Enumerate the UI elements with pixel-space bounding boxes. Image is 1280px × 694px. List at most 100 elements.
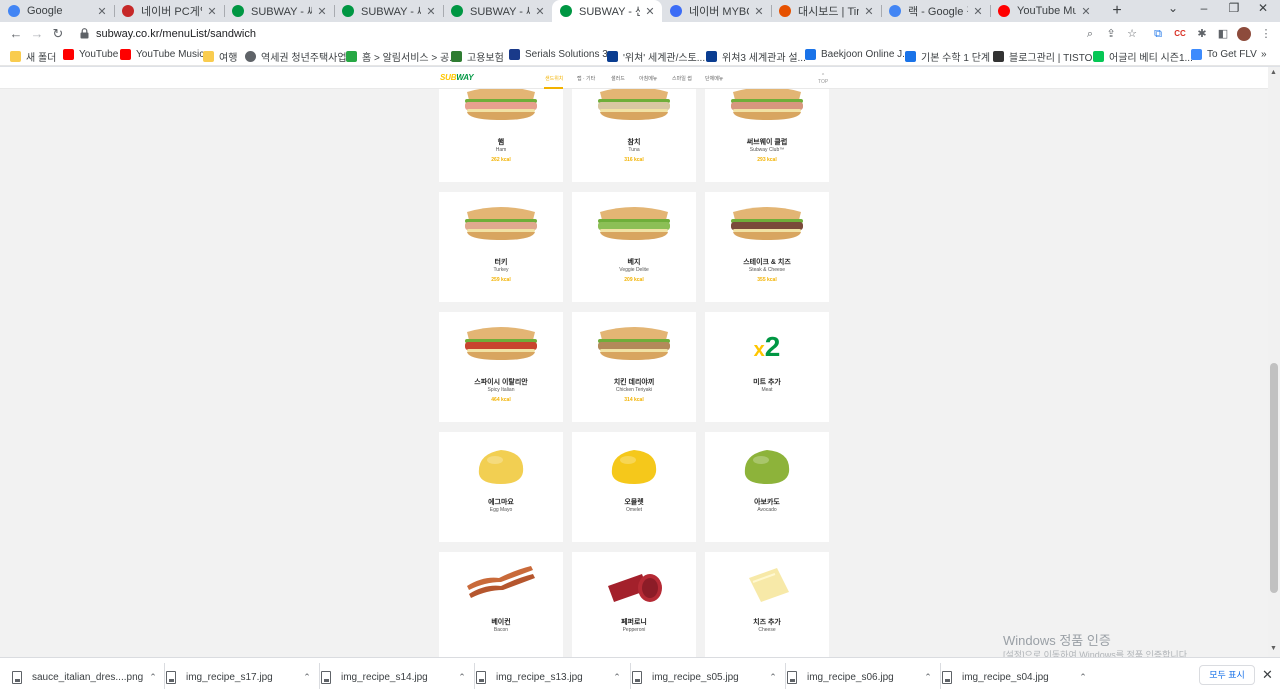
bookmark-item[interactable]: 고용보험	[451, 49, 504, 64]
download-item[interactable]: img_recipe_s13.jpg ⌃	[476, 666, 630, 688]
tab-close-icon[interactable]: ✕	[425, 5, 437, 18]
chevron-up-icon[interactable]: ⌃	[768, 672, 778, 683]
tab-close-icon[interactable]: ✕	[1080, 5, 1092, 18]
tab-close-icon[interactable]: ✕	[753, 5, 765, 18]
menu-card-bacon[interactable]: 베이컨 Bacon	[439, 552, 563, 657]
chevron-up-icon[interactable]: ⌃	[302, 672, 312, 683]
forward-icon[interactable]: →	[29, 26, 45, 42]
tab-close-icon[interactable]: ✕	[644, 5, 656, 18]
reload-icon[interactable]: ↻	[50, 26, 66, 42]
menu-card-egg-mayo[interactable]: 에그마요 Egg Mayo	[439, 432, 563, 542]
tab-9[interactable]: 랙 - Google 검색 ✕	[881, 0, 990, 22]
side-panel-icon[interactable]: ◧	[1216, 27, 1230, 41]
menu-image[interactable]	[461, 84, 541, 126]
address-bar[interactable]: subway.co.kr/menuList/sandwich	[72, 24, 1138, 44]
menu-card-chicken-teriyaki[interactable]: 치킨 데리야끼 Chicken Teriyaki 314 kcal	[572, 312, 696, 422]
menu-card-spicy-italian[interactable]: 스파이시 이탈리안 Spicy Italian 464 kcal	[439, 312, 563, 422]
share-icon[interactable]: ⇪	[1104, 27, 1118, 41]
menu-card-avocado[interactable]: 아보카도 Avocado	[705, 432, 829, 542]
chevron-up-icon[interactable]: ⌃	[612, 672, 622, 683]
menu-image[interactable]	[594, 324, 674, 366]
bookmark-item[interactable]: To Get FLV	[1191, 49, 1257, 60]
menu-card-cheese[interactable]: 치즈 추가 Cheese	[705, 552, 829, 657]
page-scrollbar[interactable]: ▲ ▼	[1268, 67, 1280, 657]
tab-3[interactable]: SUBWAY - 써브웨 ✕	[224, 0, 334, 22]
chevron-up-icon[interactable]: ⌃	[148, 672, 158, 683]
nav-item[interactable]: 아침메뉴	[639, 75, 657, 82]
menu-image[interactable]	[727, 564, 807, 606]
nav-item[interactable]: 샐러드	[611, 75, 625, 82]
subway-logo[interactable]: SUBWAY	[440, 73, 474, 82]
bookmarks-overflow-icon[interactable]: »	[1261, 49, 1267, 60]
bookmark-item[interactable]: 위쳐3 세계관과 설...	[706, 49, 806, 64]
tab-close-icon[interactable]: ✕	[96, 5, 108, 18]
menu-image[interactable]	[461, 204, 541, 246]
bookmark-item[interactable]: 새 폴더	[10, 49, 56, 64]
tab-7[interactable]: 네이버 MYBOX ✕	[662, 0, 771, 22]
tab-5[interactable]: SUBWAY - 써브웨 ✕	[443, 0, 552, 22]
tab-search-icon[interactable]: ⌄	[1163, 1, 1183, 15]
menu-image[interactable]	[461, 444, 541, 486]
tab-1[interactable]: Google ✕	[0, 0, 114, 22]
tab-6[interactable]: SUBWAY - 샌드위 ✕	[552, 0, 662, 22]
profile-avatar[interactable]	[1237, 27, 1251, 41]
chevron-up-icon[interactable]: ⌃	[923, 672, 933, 683]
menu-card-meat[interactable]: x2 미트 추가 Meat	[705, 312, 829, 422]
close-download-bar-icon[interactable]: ✕	[1262, 667, 1273, 683]
menu-image[interactable]	[461, 324, 541, 366]
show-all-downloads-button[interactable]: 모두 표시	[1199, 665, 1255, 685]
menu-image[interactable]	[594, 84, 674, 126]
menu-image[interactable]	[594, 444, 674, 486]
menu-image[interactable]	[727, 204, 807, 246]
bookmark-item[interactable]: 블로그관리 | TISTO...	[993, 49, 1101, 64]
minimize-icon[interactable]: –	[1194, 1, 1214, 15]
scroll-down-icon[interactable]: ▼	[1270, 645, 1277, 652]
zoom-icon[interactable]: ⌕	[1083, 27, 1097, 41]
chevron-up-icon[interactable]: ⌃	[1078, 672, 1088, 683]
bookmark-item[interactable]: YouTube	[63, 49, 118, 60]
bookmark-item[interactable]: 어글리 베티 시즌1...	[1093, 49, 1193, 64]
new-tab-button[interactable]: +	[1108, 2, 1126, 20]
tab-2[interactable]: 네이버 PC게임 ✕	[114, 0, 224, 22]
tab-close-icon[interactable]: ✕	[206, 5, 218, 18]
chevron-up-icon[interactable]: ⌃	[457, 672, 467, 683]
tab-close-icon[interactable]: ✕	[863, 5, 875, 18]
download-item[interactable]: img_recipe_s14.jpg ⌃	[321, 666, 475, 688]
download-item[interactable]: img_recipe_s06.jpg ⌃	[787, 666, 941, 688]
menu-image[interactable]	[594, 564, 674, 606]
menu-card-omelet[interactable]: 오믈렛 Omelet	[572, 432, 696, 542]
restore-icon[interactable]: ❐	[1224, 1, 1244, 15]
menu-image[interactable]	[461, 564, 541, 606]
download-item[interactable]: img_recipe_s05.jpg ⌃	[632, 666, 786, 688]
menu-image[interactable]	[594, 204, 674, 246]
bookmark-item[interactable]: YouTube Music	[120, 49, 204, 60]
back-icon[interactable]: ←	[8, 26, 24, 42]
top-button[interactable]: ^ TOP	[818, 73, 828, 85]
nav-item[interactable]: 단체메뉴	[705, 75, 723, 82]
bookmark-star-icon[interactable]: ☆	[1125, 27, 1139, 41]
nav-item[interactable]: 샌드위치	[545, 75, 563, 82]
download-item[interactable]: img_recipe_s17.jpg ⌃	[166, 666, 320, 688]
tab-8[interactable]: 대시보드 | Tinkerc ✕	[771, 0, 881, 22]
extension-cc-icon[interactable]: CC	[1173, 27, 1187, 41]
menu-kebab-icon[interactable]: ⋮	[1259, 27, 1273, 41]
bookmark-item[interactable]: Baekjoon Online J...	[805, 49, 911, 60]
bookmark-item[interactable]: '위쳐' 세계관/스토...	[607, 49, 705, 64]
translate-icon[interactable]: ⧉	[1151, 27, 1165, 41]
tab-4[interactable]: SUBWAY - 써브웨 ✕	[334, 0, 443, 22]
bookmark-item[interactable]: 역세권 청년주택사업	[245, 49, 347, 64]
menu-card-steak-cheese[interactable]: 스테이크 & 치즈 Steak & Cheese 355 kcal	[705, 192, 829, 302]
scroll-up-icon[interactable]: ▲	[1270, 69, 1277, 76]
download-item[interactable]: sauce_italian_dres....png ⌃	[12, 666, 166, 688]
bookmark-item[interactable]: 여행	[203, 49, 237, 64]
tab-close-icon[interactable]: ✕	[316, 5, 328, 18]
bookmark-item[interactable]: 기본 수학 1 단계	[905, 49, 990, 64]
tab-10[interactable]: YouTube Music ✕	[990, 0, 1098, 22]
menu-card-veggie-delite[interactable]: 베지 Veggie Delite 209 kcal	[572, 192, 696, 302]
menu-card-turkey[interactable]: 터키 Turkey 259 kcal	[439, 192, 563, 302]
tab-close-icon[interactable]: ✕	[534, 5, 546, 18]
download-item[interactable]: img_recipe_s04.jpg ⌃	[942, 666, 1096, 688]
tab-close-icon[interactable]: ✕	[972, 5, 984, 18]
menu-card-pepperoni[interactable]: 페퍼로니 Pepperoni	[572, 552, 696, 657]
menu-image[interactable]	[727, 444, 807, 486]
